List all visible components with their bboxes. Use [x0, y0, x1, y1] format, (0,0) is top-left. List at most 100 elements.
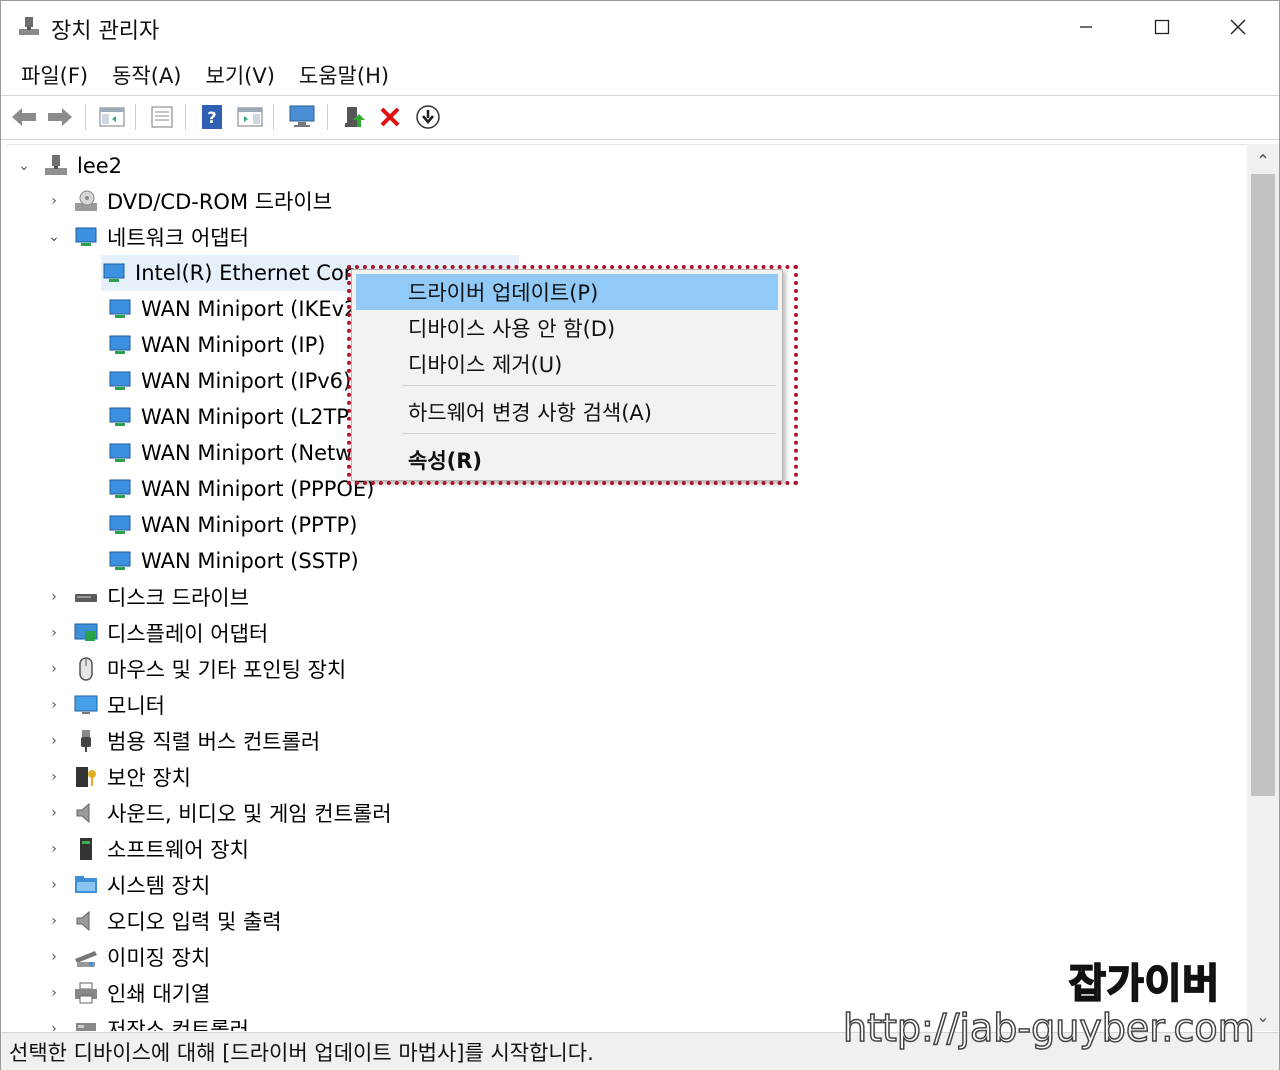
tree-category-network[interactable]: ⌄ 네트워크 어댑터 [47, 219, 249, 255]
category-label: 보안 장치 [107, 766, 191, 790]
properties-icon[interactable] [147, 102, 177, 132]
tree-category-disk[interactable]: › 디스크 드라이브 [47, 579, 249, 615]
toolbar: ? [1, 96, 1279, 138]
close-button[interactable] [1201, 1, 1275, 53]
display-adapter-icon [73, 621, 99, 645]
chevron-right-icon[interactable]: › [47, 733, 61, 749]
dvd-drive-icon [73, 189, 99, 213]
chevron-right-icon[interactable]: › [47, 1021, 61, 1031]
device-manager-app-icon [17, 15, 41, 39]
menu-bar: 파일(F) 동작(A) 보기(V) 도움말(H) [1, 55, 1279, 95]
tree-category-dvd[interactable]: › DVD/CD-ROM 드라이브 [47, 183, 332, 219]
tree-device-wan-network-monitor[interactable]: WAN Miniport (Netw [107, 435, 352, 471]
audio-io-icon [73, 909, 99, 933]
chevron-right-icon[interactable]: › [47, 985, 61, 1001]
device-manager-window: 장치 관리자 파일(F) 동작(A) 보기(V) 도움말(H) ? ⌄ lee2… [0, 0, 1280, 1070]
minimize-button[interactable] [1049, 1, 1123, 53]
show-hide-console-tree-icon[interactable] [97, 102, 127, 132]
enable-device-icon[interactable] [413, 102, 443, 132]
network-adapter-icon [107, 405, 133, 429]
forward-arrow-icon[interactable] [45, 102, 75, 132]
tree-category-mouse[interactable]: › 마우스 및 기타 포인팅 장치 [47, 651, 346, 687]
tree-category-system[interactable]: › 시스템 장치 [47, 867, 210, 903]
chevron-right-icon[interactable]: › [47, 841, 61, 857]
category-label: 마우스 및 기타 포인팅 장치 [107, 658, 347, 682]
chevron-right-icon[interactable]: › [47, 697, 61, 713]
window-title: 장치 관리자 [51, 19, 160, 44]
menu-item-properties[interactable]: 속성(R) [356, 442, 778, 478]
category-label: 디스플레이 어댑터 [107, 622, 269, 646]
chevron-right-icon[interactable]: › [47, 913, 61, 929]
tree-device-wan-l2tp[interactable]: WAN Miniport (L2TP [107, 399, 349, 435]
tree-root[interactable]: ⌄ lee2 [17, 148, 122, 184]
tree-category-printer[interactable]: › 인쇄 대기열 [47, 975, 210, 1011]
toolbar-divider [185, 104, 186, 130]
tree-device-wan-ipv6[interactable]: WAN Miniport (IPv6) [107, 363, 351, 399]
chevron-right-icon[interactable]: › [47, 193, 61, 209]
tree-device-wan-sstp[interactable]: WAN Miniport (SSTP) [107, 543, 359, 579]
usb-icon [73, 729, 99, 753]
tree-category-display[interactable]: › 디스플레이 어댑터 [47, 615, 268, 651]
category-label: 모니터 [107, 694, 165, 718]
category-label: 네트워크 어댑터 [107, 226, 249, 250]
device-label: WAN Miniport (Netw [141, 441, 353, 465]
chevron-right-icon[interactable]: › [47, 589, 61, 605]
svg-text:?: ? [207, 108, 216, 127]
uninstall-device-icon[interactable] [375, 102, 405, 132]
tree-category-audio-io[interactable]: › 오디오 입력 및 출력 [47, 903, 282, 939]
menu-item-uninstall-device[interactable]: 디바이스 제거(U) [356, 346, 778, 382]
tree-device-wan-ip[interactable]: WAN Miniport (IP) [107, 327, 325, 363]
monitor-icon [73, 693, 99, 717]
category-label: 디스크 드라이브 [107, 586, 249, 610]
speaker-icon [73, 801, 99, 825]
scroll-up-icon[interactable]: ⌃ [1247, 146, 1279, 174]
tree-category-security[interactable]: › 보안 장치 [47, 759, 191, 795]
watermark-url: http://jab-guyber.com [842, 1005, 1255, 1051]
scroll-thumb[interactable] [1251, 174, 1275, 796]
tree-category-usb[interactable]: › 범용 직렬 버스 컨트롤러 [47, 723, 320, 759]
chevron-right-icon[interactable]: › [47, 661, 61, 677]
tree-device-wan-ikev2[interactable]: WAN Miniport (IKEv2 [107, 291, 357, 327]
tree-category-sound[interactable]: › 사운드, 비디오 및 게임 컨트롤러 [47, 795, 391, 831]
menu-action[interactable]: 동작(A) [100, 56, 193, 94]
tree-category-software[interactable]: › 소프트웨어 장치 [47, 831, 249, 867]
toolbar-divider [273, 104, 274, 130]
chevron-down-icon[interactable]: ⌄ [47, 229, 61, 245]
menu-file[interactable]: 파일(F) [9, 56, 100, 94]
back-arrow-icon[interactable] [9, 102, 39, 132]
menu-help[interactable]: 도움말(H) [287, 56, 401, 94]
software-device-icon [73, 837, 99, 861]
chevron-right-icon[interactable]: › [47, 949, 61, 965]
menu-item-disable-device[interactable]: 디바이스 사용 안 함(D) [356, 310, 778, 346]
imaging-device-icon [73, 945, 99, 969]
tree-device-wan-pppoe[interactable]: WAN Miniport (PPPOE) [107, 471, 374, 507]
help-icon[interactable]: ? [197, 102, 227, 132]
action-pane-icon[interactable] [235, 102, 265, 132]
network-adapter-icon [107, 297, 133, 321]
chevron-down-icon[interactable]: ⌄ [17, 158, 31, 174]
vertical-scrollbar[interactable]: ⌃ ⌄ [1247, 144, 1279, 1031]
tree-category-monitor[interactable]: › 모니터 [47, 687, 165, 723]
chevron-right-icon[interactable]: › [47, 805, 61, 821]
security-device-icon [73, 765, 99, 789]
context-menu: 드라이버 업데이트(P) 디바이스 사용 안 함(D) 디바이스 제거(U) 하… [351, 269, 783, 481]
disk-drive-icon [73, 585, 99, 609]
network-adapter-icon [107, 477, 133, 501]
menu-view[interactable]: 보기(V) [194, 56, 287, 94]
menu-item-scan-hardware[interactable]: 하드웨어 변경 사항 검색(A) [356, 394, 778, 430]
chevron-right-icon[interactable]: › [47, 877, 61, 893]
menu-item-update-driver[interactable]: 드라이버 업데이트(P) [356, 274, 778, 310]
maximize-button[interactable] [1125, 1, 1199, 53]
tree-category-storage[interactable]: › 저장소 컨트롤러 [47, 1011, 249, 1031]
category-label: 오디오 입력 및 출력 [107, 910, 282, 934]
tree-category-imaging[interactable]: › 이미징 장치 [47, 939, 210, 975]
chevron-right-icon[interactable]: › [47, 769, 61, 785]
chevron-right-icon[interactable]: › [47, 625, 61, 641]
tree-device-wan-pptp[interactable]: WAN Miniport (PPTP) [107, 507, 357, 543]
category-label: DVD/CD-ROM 드라이브 [107, 190, 333, 214]
update-driver-icon[interactable] [339, 102, 369, 132]
mouse-icon [73, 657, 99, 681]
toolbar-divider [327, 104, 328, 130]
watermark-title: 잡가이버 [1068, 960, 1221, 1008]
scan-hardware-icon[interactable] [287, 102, 317, 132]
